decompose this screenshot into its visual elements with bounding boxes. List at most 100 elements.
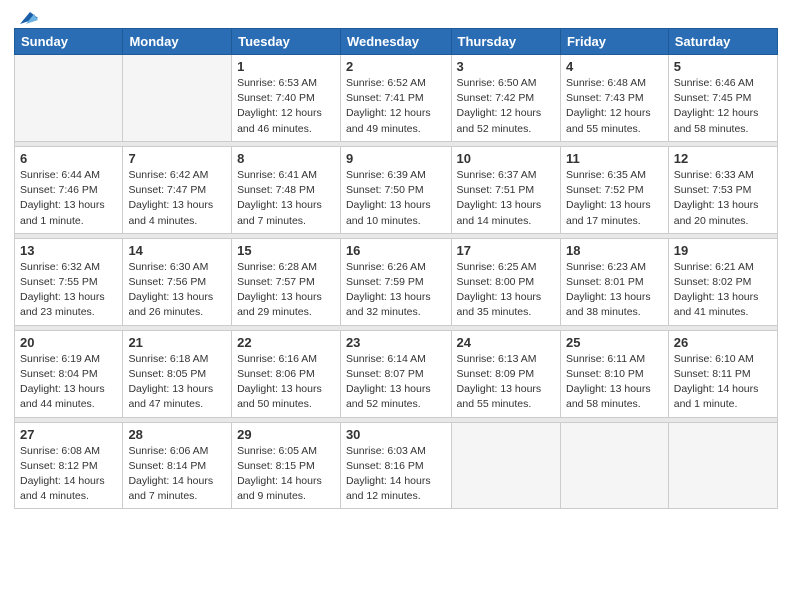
calendar-cell: 3 Sunrise: 6:50 AM Sunset: 7:42 PM Daylig… [451,55,560,142]
day-info: Sunrise: 6:39 AM Sunset: 7:50 PM Dayligh… [346,168,446,229]
calendar-cell: 16 Sunrise: 6:26 AM Sunset: 7:59 PM Dayli… [340,238,451,325]
day-number: 21 [128,335,226,350]
day-number: 28 [128,427,226,442]
calendar-cell: 18 Sunrise: 6:23 AM Sunset: 8:01 PM Dayli… [560,238,668,325]
day-info: Sunrise: 6:05 AM Sunset: 8:15 PM Dayligh… [237,444,335,505]
calendar-cell: 12 Sunrise: 6:33 AM Sunset: 7:53 PM Dayli… [668,146,777,233]
day-info: Sunrise: 6:21 AM Sunset: 8:02 PM Dayligh… [674,260,772,321]
day-number: 12 [674,151,772,166]
day-number: 8 [237,151,335,166]
day-number: 14 [128,243,226,258]
calendar-cell: 15Sunrise: 6:28 AM Sunset: 7:57 PM Dayli… [232,238,341,325]
day-number: 16 [346,243,446,258]
day-info: Sunrise: 6:14 AM Sunset: 8:07 PM Dayligh… [346,352,446,413]
page-container: SundayMondayTuesdayWednesdayThursdayFrid… [0,0,792,519]
day-number: 20 [20,335,117,350]
calendar-cell: 26Sunrise: 6:10 AM Sunset: 8:11 PM Dayli… [668,330,777,417]
calendar-cell: 27 Sunrise: 6:08 AM Sunset: 8:12 PM Dayli… [15,422,123,509]
calendar-cell: 23 Sunrise: 6:14 AM Sunset: 8:07 PM Dayli… [340,330,451,417]
calendar-cell [668,422,777,509]
calendar-cell: 1 Sunrise: 6:53 AM Sunset: 7:40 PM Daylig… [232,55,341,142]
calendar-cell: 2Sunrise: 6:52 AM Sunset: 7:41 PM Daylig… [340,55,451,142]
calendar-table: SundayMondayTuesdayWednesdayThursdayFrid… [14,28,778,509]
day-number: 2 [346,59,446,74]
calendar-cell [451,422,560,509]
day-number: 17 [457,243,555,258]
day-number: 5 [674,59,772,74]
calendar-week-4: 20 Sunrise: 6:19 AM Sunset: 8:04 PM Dayli… [15,330,778,417]
day-number: 1 [237,59,335,74]
day-info: Sunrise: 6:16 AM Sunset: 8:06 PM Dayligh… [237,352,335,413]
day-info: Sunrise: 6:06 AM Sunset: 8:14 PM Dayligh… [128,444,226,505]
col-header-sunday: Sunday [15,29,123,55]
day-info: Sunrise: 6:48 AM Sunset: 7:43 PM Dayligh… [566,76,663,137]
day-number: 4 [566,59,663,74]
calendar-cell: 9 Sunrise: 6:39 AM Sunset: 7:50 PM Daylig… [340,146,451,233]
calendar-cell: 4 Sunrise: 6:48 AM Sunset: 7:43 PM Daylig… [560,55,668,142]
day-info: Sunrise: 6:53 AM Sunset: 7:40 PM Dayligh… [237,76,335,137]
day-info: Sunrise: 6:25 AM Sunset: 8:00 PM Dayligh… [457,260,555,321]
calendar-cell: 7 Sunrise: 6:42 AM Sunset: 7:47 PM Daylig… [123,146,232,233]
day-number: 7 [128,151,226,166]
day-number: 9 [346,151,446,166]
day-info: Sunrise: 6:10 AM Sunset: 8:11 PM Dayligh… [674,352,772,413]
day-number: 27 [20,427,117,442]
day-info: Sunrise: 6:37 AM Sunset: 7:51 PM Dayligh… [457,168,555,229]
day-info: Sunrise: 6:32 AM Sunset: 7:55 PM Dayligh… [20,260,117,321]
day-info: Sunrise: 6:50 AM Sunset: 7:42 PM Dayligh… [457,76,555,137]
calendar-cell: 25 Sunrise: 6:11 AM Sunset: 8:10 PM Dayli… [560,330,668,417]
day-info: Sunrise: 6:18 AM Sunset: 8:05 PM Dayligh… [128,352,226,413]
col-header-thursday: Thursday [451,29,560,55]
calendar-cell: 24 Sunrise: 6:13 AM Sunset: 8:09 PM Dayli… [451,330,560,417]
day-number: 13 [20,243,117,258]
day-info: Sunrise: 6:13 AM Sunset: 8:09 PM Dayligh… [457,352,555,413]
day-info: Sunrise: 6:03 AM Sunset: 8:16 PM Dayligh… [346,444,446,505]
day-info: Sunrise: 6:26 AM Sunset: 7:59 PM Dayligh… [346,260,446,321]
day-number: 25 [566,335,663,350]
calendar-cell: 17 Sunrise: 6:25 AM Sunset: 8:00 PM Dayli… [451,238,560,325]
day-number: 3 [457,59,555,74]
calendar-cell: 22 Sunrise: 6:16 AM Sunset: 8:06 PM Dayli… [232,330,341,417]
day-info: Sunrise: 6:41 AM Sunset: 7:48 PM Dayligh… [237,168,335,229]
day-number: 6 [20,151,117,166]
day-number: 22 [237,335,335,350]
day-number: 18 [566,243,663,258]
calendar-week-2: 6 Sunrise: 6:44 AM Sunset: 7:46 PM Daylig… [15,146,778,233]
calendar-cell [15,55,123,142]
day-number: 11 [566,151,663,166]
header [14,10,778,22]
col-header-wednesday: Wednesday [340,29,451,55]
day-info: Sunrise: 6:42 AM Sunset: 7:47 PM Dayligh… [128,168,226,229]
day-number: 15 [237,243,335,258]
day-info: Sunrise: 6:44 AM Sunset: 7:46 PM Dayligh… [20,168,117,229]
day-number: 23 [346,335,446,350]
calendar-cell: 10Sunrise: 6:37 AM Sunset: 7:51 PM Dayli… [451,146,560,233]
calendar-cell: 8 Sunrise: 6:41 AM Sunset: 7:48 PM Daylig… [232,146,341,233]
day-info: Sunrise: 6:30 AM Sunset: 7:56 PM Dayligh… [128,260,226,321]
calendar-cell: 20 Sunrise: 6:19 AM Sunset: 8:04 PM Dayli… [15,330,123,417]
day-info: Sunrise: 6:46 AM Sunset: 7:45 PM Dayligh… [674,76,772,137]
day-info: Sunrise: 6:19 AM Sunset: 8:04 PM Dayligh… [20,352,117,413]
calendar-cell: 11 Sunrise: 6:35 AM Sunset: 7:52 PM Dayli… [560,146,668,233]
day-number: 30 [346,427,446,442]
calendar-cell: 28 Sunrise: 6:06 AM Sunset: 8:14 PM Dayli… [123,422,232,509]
calendar-cell [560,422,668,509]
day-info: Sunrise: 6:23 AM Sunset: 8:01 PM Dayligh… [566,260,663,321]
day-info: Sunrise: 6:08 AM Sunset: 8:12 PM Dayligh… [20,444,117,505]
day-info: Sunrise: 6:35 AM Sunset: 7:52 PM Dayligh… [566,168,663,229]
col-header-friday: Friday [560,29,668,55]
logo-icon [16,10,38,26]
calendar-week-3: 13 Sunrise: 6:32 AM Sunset: 7:55 PM Dayli… [15,238,778,325]
day-info: Sunrise: 6:33 AM Sunset: 7:53 PM Dayligh… [674,168,772,229]
calendar-cell: 5 Sunrise: 6:46 AM Sunset: 7:45 PM Daylig… [668,55,777,142]
calendar-week-5: 27 Sunrise: 6:08 AM Sunset: 8:12 PM Dayli… [15,422,778,509]
day-number: 19 [674,243,772,258]
day-number: 24 [457,335,555,350]
day-info: Sunrise: 6:11 AM Sunset: 8:10 PM Dayligh… [566,352,663,413]
col-header-monday: Monday [123,29,232,55]
calendar-cell: 30 Sunrise: 6:03 AM Sunset: 8:16 PM Dayli… [340,422,451,509]
calendar-cell: 13 Sunrise: 6:32 AM Sunset: 7:55 PM Dayli… [15,238,123,325]
calendar-header-row: SundayMondayTuesdayWednesdayThursdayFrid… [15,29,778,55]
calendar-cell [123,55,232,142]
calendar-cell: 29Sunrise: 6:05 AM Sunset: 8:15 PM Dayli… [232,422,341,509]
